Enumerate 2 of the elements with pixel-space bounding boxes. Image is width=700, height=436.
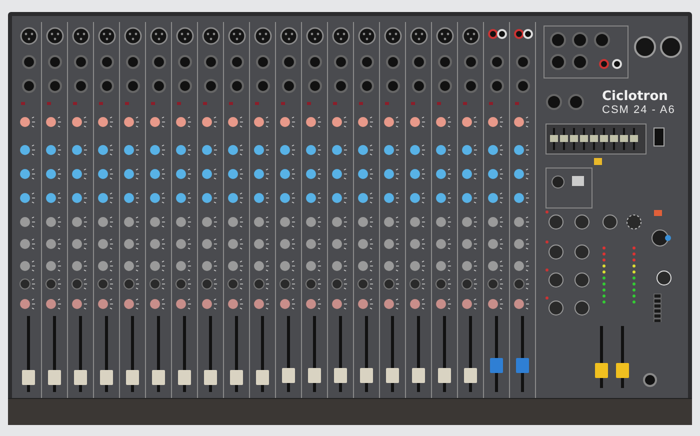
- brand-logo: Ciclotron: [602, 88, 669, 104]
- model-name: CSM 24 - A6: [602, 104, 676, 116]
